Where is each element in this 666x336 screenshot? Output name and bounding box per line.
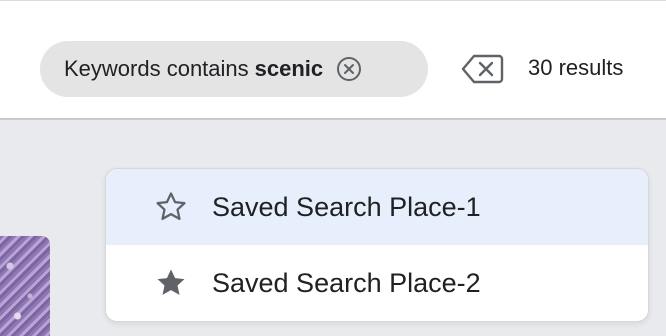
saved-search-item-2[interactable]: Saved Search Place-2 — [106, 245, 648, 321]
keyword-filter-chip[interactable]: Keywords contains scenic — [40, 41, 428, 97]
saved-search-label-1: Saved Search Place-1 — [212, 191, 481, 222]
filter-chip-keyword: scenic — [254, 56, 324, 81]
filter-chip-label: Keywords contains scenic — [64, 56, 323, 82]
star-filled-icon — [152, 264, 190, 302]
saved-search-label-2: Saved Search Place-2 — [212, 267, 481, 298]
saved-search-item-1[interactable]: Saved Search Place-1 — [106, 169, 648, 245]
filter-toolbar: Keywords contains scenic 30 results — [0, 0, 666, 120]
saved-searches-menu: Saved Search Place-1 Saved Search Place-… — [105, 168, 649, 322]
backspace-clear-icon[interactable] — [460, 53, 504, 85]
results-count: 30 results — [528, 55, 624, 80]
image-thumbnail[interactable] — [0, 236, 50, 336]
filter-chip-prefix: Keywords contains — [64, 56, 249, 81]
star-outline-icon — [152, 188, 190, 226]
circle-x-icon[interactable] — [335, 55, 363, 83]
